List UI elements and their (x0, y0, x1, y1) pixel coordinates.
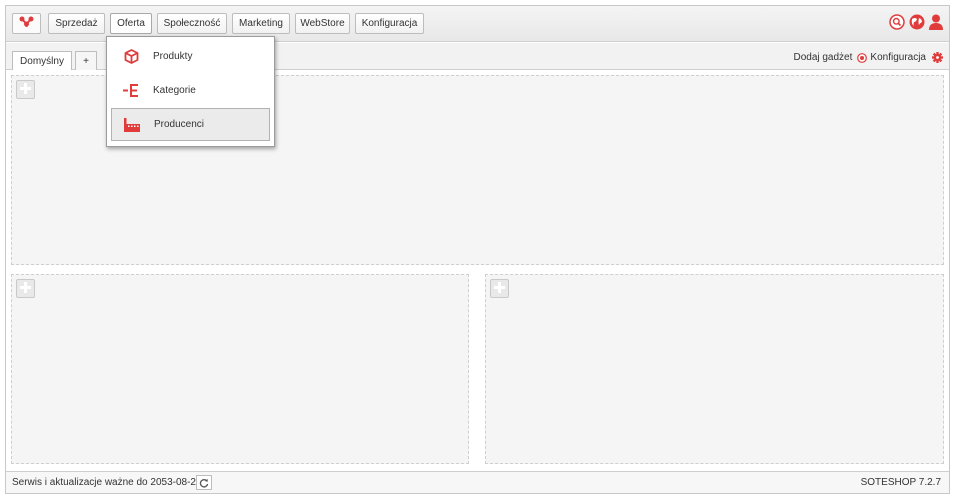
status-footer: Serwis i aktualizacje ważne do 2053-08-2… (6, 471, 949, 493)
plus-icon (494, 281, 505, 296)
logo-button[interactable] (12, 13, 41, 34)
globe-icon[interactable] (909, 14, 925, 33)
configuration-link[interactable]: Konfiguracja (870, 52, 926, 63)
plus-icon (20, 281, 31, 296)
menu-item-produkty[interactable]: Produkty (111, 40, 270, 73)
search-icon[interactable] (889, 14, 905, 33)
top-right-icons (889, 14, 943, 33)
add-gadget-link[interactable]: Dodaj gadżet (793, 52, 852, 63)
gadget-zone-bottom-left (11, 274, 469, 464)
add-tab-button[interactable]: + (75, 51, 97, 70)
user-icon[interactable] (929, 14, 943, 33)
menu-item-producenci[interactable]: Producenci (111, 108, 270, 141)
logo-icon (19, 16, 34, 32)
cube-icon (123, 49, 139, 65)
nav-webstore[interactable]: WebStore (295, 13, 350, 34)
nav-konfiguracja[interactable]: Konfiguracja (355, 13, 424, 34)
nav-oferta[interactable]: Oferta (110, 13, 152, 34)
menu-item-label: Produkty (153, 51, 193, 62)
add-gadget-button[interactable] (16, 279, 35, 298)
add-gadget-button[interactable] (16, 80, 35, 99)
gear-icon[interactable] (932, 52, 943, 63)
gadget-zone-bottom-right (485, 274, 944, 464)
menu-item-kategorie[interactable]: Kategorie (111, 74, 270, 107)
refresh-icon (199, 478, 209, 488)
category-list-icon (123, 83, 139, 99)
tab-domyslny[interactable]: Domyślny (12, 51, 72, 70)
factory-icon (124, 117, 140, 133)
tab-actions: Dodaj gadżet Konfiguracja (793, 52, 943, 63)
service-expiry-text: Serwis i aktualizacje ważne do 2053-08-2… (12, 477, 202, 488)
nav-marketing[interactable]: Marketing (232, 13, 290, 34)
menu-item-label: Producenci (154, 119, 205, 130)
menu-item-label: Kategorie (153, 85, 196, 96)
add-gadget-button[interactable] (490, 279, 509, 298)
nav-sprzedaz[interactable]: Sprzedaż (48, 13, 105, 34)
refresh-button[interactable] (196, 475, 212, 490)
add-circle-icon[interactable] (857, 52, 868, 63)
version-label: SOTESHOP 7.2.7 (860, 477, 941, 488)
oferta-dropdown-menu: Produkty Kategorie Producenci (106, 36, 275, 147)
plus-icon (20, 82, 31, 97)
nav-spolecznosc[interactable]: Społeczność (157, 13, 227, 34)
